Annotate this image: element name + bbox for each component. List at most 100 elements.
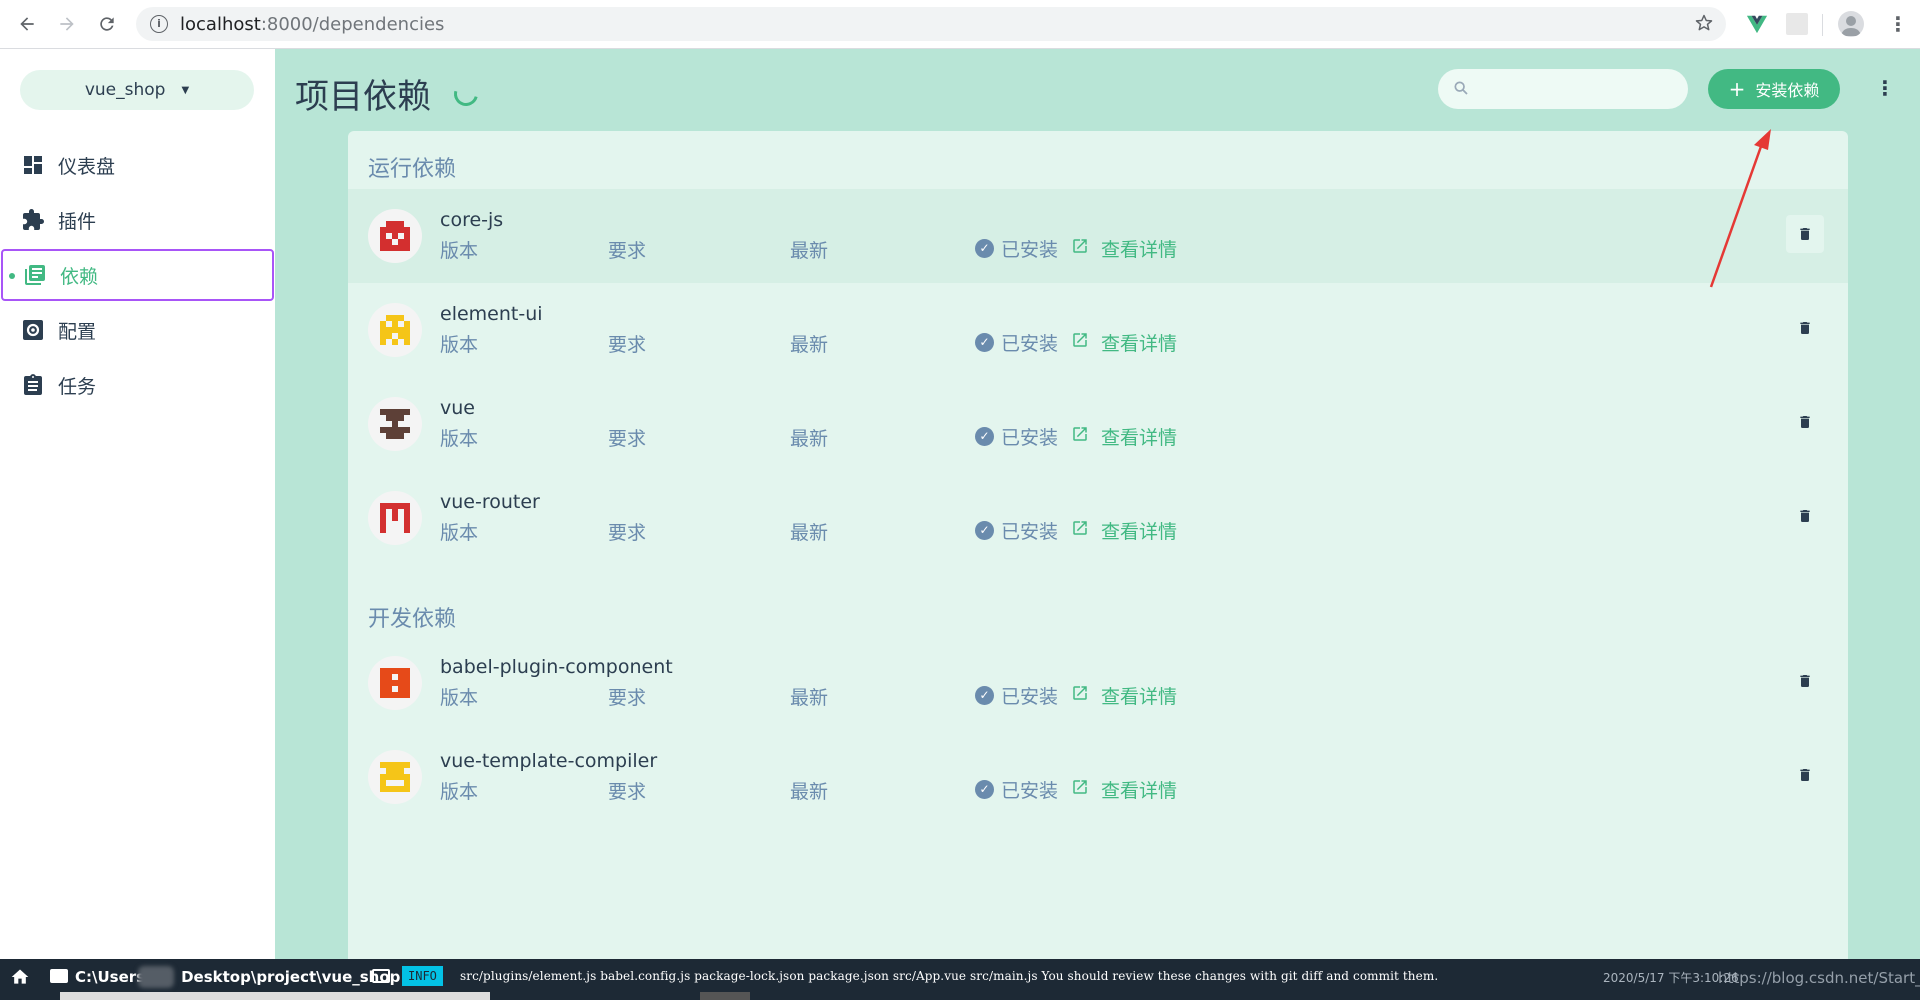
address-bar[interactable]: i localhost:8000/dependencies: [136, 7, 1726, 41]
toolbar-divider: [1822, 14, 1823, 36]
dependency-name: element-ui: [440, 303, 543, 325]
project-name: vue_shop: [84, 80, 166, 100]
sidebar-item-plugins[interactable]: 插件: [0, 194, 275, 246]
open-in-new-icon: [1071, 331, 1089, 354]
dependency-row-vue-template-compiler[interactable]: vue-template-compiler 版本 要求 最新 ✓ 已安装 查看详情: [348, 730, 1848, 824]
view-details-link[interactable]: 查看详情: [1071, 235, 1177, 262]
project-path[interactable]: C:\Users Desktop\project\vue_shop: [75, 968, 400, 986]
delete-button[interactable]: [1786, 756, 1824, 794]
trash-icon: [1800, 322, 1810, 334]
folder-icon: [50, 969, 68, 983]
watermark-text: https://blog.csdn.net/Start_: [1718, 969, 1920, 987]
version-label: 版本: [440, 428, 479, 450]
version-label: 版本: [440, 240, 479, 262]
delete-button[interactable]: [1786, 403, 1824, 441]
caret-down-icon: ▼: [181, 84, 190, 96]
view-details-link[interactable]: 查看详情: [1071, 776, 1177, 803]
url-text: localhost:8000/dependencies: [180, 14, 444, 35]
sidebar-item-label: 任务: [58, 375, 97, 398]
dependency-row-element-ui[interactable]: element-ui 版本 要求 最新 ✓ 已安装 查看详情: [348, 283, 1848, 377]
installed-label: 已安装: [1001, 686, 1059, 708]
console-log-icon[interactable]: [372, 969, 390, 983]
package-logo-icon: [368, 303, 422, 357]
more-options-icon[interactable]: ⋮: [1875, 71, 1895, 105]
latest-label: 最新: [790, 428, 829, 450]
dependency-name: core-js: [440, 209, 504, 231]
view-details-link[interactable]: 查看详情: [1071, 682, 1177, 709]
delete-button[interactable]: [1786, 309, 1824, 347]
check-circle-icon: ✓: [975, 780, 994, 799]
dependency-row-core-js[interactable]: core-js 版本 要求 最新 ✓ 已安装 查看详情: [348, 189, 1848, 283]
dependency-name: vue-router: [440, 491, 540, 513]
sidebar-item-label: 配置: [58, 320, 97, 343]
delete-button[interactable]: [1786, 497, 1824, 535]
active-indicator: [9, 273, 15, 279]
sidebar-menu: 仪表盘 插件 依赖 配置 任务: [0, 139, 275, 414]
view-details-label: 查看详情: [1101, 239, 1178, 261]
search-input[interactable]: [1438, 69, 1688, 109]
vue-devtools-icon[interactable]: [1746, 13, 1768, 35]
version-label: 版本: [440, 687, 479, 709]
latest-label: 最新: [790, 522, 829, 544]
dependency-row-vue[interactable]: vue 版本 要求 最新 ✓ 已安装 查看详情: [348, 377, 1848, 471]
latest-label: 最新: [790, 334, 829, 356]
required-label: 要求: [608, 428, 647, 450]
check-circle-icon: ✓: [975, 333, 994, 352]
view-details-link[interactable]: 查看详情: [1071, 517, 1177, 544]
open-in-new-icon: [1071, 237, 1089, 260]
required-label: 要求: [608, 687, 647, 709]
delete-button[interactable]: [1786, 215, 1824, 253]
sidebar-item-dependencies[interactable]: 依赖: [1, 249, 274, 301]
sidebar-item-config[interactable]: 配置: [0, 304, 275, 356]
open-in-new-icon: [1071, 684, 1089, 707]
browser-menu-icon[interactable]: ⋮: [1888, 11, 1908, 37]
project-selector[interactable]: vue_shop ▼: [20, 70, 254, 110]
loading-spinner-icon: [449, 77, 483, 111]
url-path: :8000/dependencies: [260, 13, 445, 35]
home-icon[interactable]: [10, 967, 32, 989]
view-details-link[interactable]: 查看详情: [1071, 329, 1177, 356]
view-details-label: 查看详情: [1101, 521, 1178, 543]
installed-label: 已安装: [1001, 427, 1059, 449]
package-logo-icon: [368, 656, 422, 710]
extension-icon[interactable]: [1786, 13, 1808, 35]
profile-avatar-icon[interactable]: [1838, 11, 1864, 37]
installed-label: 已安装: [1001, 333, 1059, 355]
site-info-icon[interactable]: i: [150, 15, 168, 33]
installed-label: 已安装: [1001, 780, 1059, 802]
reload-icon[interactable]: [94, 11, 120, 37]
sidebar-item-tasks[interactable]: 任务: [0, 359, 275, 411]
required-label: 要求: [608, 781, 647, 803]
view-details-label: 查看详情: [1101, 427, 1178, 449]
dependency-row-vue-router[interactable]: vue-router 版本 要求 最新 ✓ 已安装 查看详情: [348, 471, 1848, 565]
trash-icon: [1800, 675, 1810, 687]
view-details-link[interactable]: 查看详情: [1071, 423, 1177, 450]
forward-icon[interactable]: [54, 11, 80, 37]
sidebar-item-label: 依赖: [60, 265, 99, 288]
trash-icon: [1800, 510, 1810, 522]
dependency-row-babel-plugin-component[interactable]: babel-plugin-component 版本 要求 最新 ✓ 已安装 查看详…: [348, 636, 1848, 730]
install-dependency-button[interactable]: + 安装依赖: [1708, 69, 1840, 109]
package-logo-icon: [368, 491, 422, 545]
installed-label: 已安装: [1001, 239, 1059, 261]
status-bar: C:\Users Desktop\project\vue_shop INFO sr…: [0, 959, 1920, 1000]
bookmark-star-icon[interactable]: [1694, 13, 1714, 38]
dependency-name: vue-template-compiler: [440, 750, 658, 772]
page-title: 项目依赖: [295, 77, 431, 117]
installed-status: ✓ 已安装: [975, 682, 1058, 709]
back-icon[interactable]: [14, 11, 40, 37]
sidebar-item-dashboard[interactable]: 仪表盘: [0, 139, 275, 191]
open-in-new-icon: [1071, 778, 1089, 801]
dev-section-title: 开发依赖: [368, 607, 457, 632]
search-icon: [1453, 80, 1469, 100]
view-details-label: 查看详情: [1101, 686, 1178, 708]
delete-button[interactable]: [1786, 662, 1824, 700]
version-label: 版本: [440, 334, 479, 356]
path-suffix: Desktop\project\vue_shop: [181, 968, 401, 986]
taskbar-strip: [700, 992, 750, 1000]
runtime-section-title: 运行依赖: [368, 157, 457, 182]
package-logo-icon: [368, 397, 422, 451]
open-in-new-icon: [1071, 519, 1089, 542]
required-label: 要求: [608, 334, 647, 356]
view-details-label: 查看详情: [1101, 333, 1178, 355]
